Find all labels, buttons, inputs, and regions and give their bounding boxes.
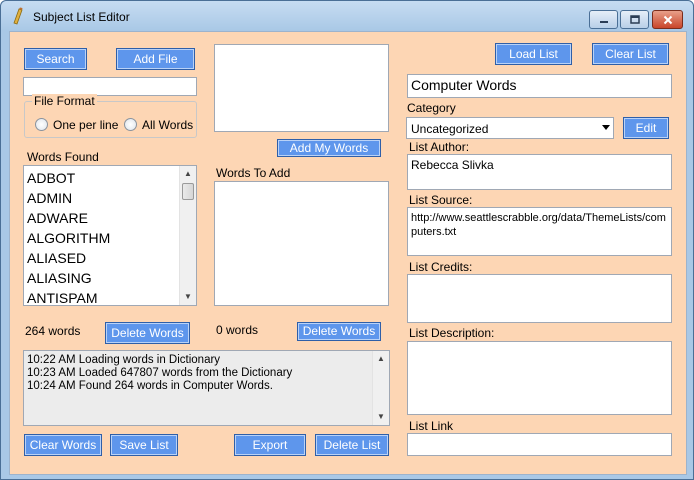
- list-author-label: List Author:: [409, 140, 470, 154]
- category-label: Category: [407, 101, 456, 115]
- list-source-line2: puters.txt: [411, 226, 457, 238]
- log-output[interactable]: 10:22 AM Loading words in Dictionary 10:…: [23, 350, 390, 426]
- list-item[interactable]: ALIASED: [27, 250, 86, 266]
- list-source-line1: http://www.seattlescrabble.org/data/Them…: [411, 212, 666, 224]
- list-item[interactable]: ALGORITHM: [27, 230, 110, 246]
- clear-list-button[interactable]: Clear List: [592, 43, 669, 65]
- words-found-count: 264 words: [25, 324, 81, 338]
- words-to-add-label: Words To Add: [216, 166, 291, 180]
- export-button[interactable]: Export: [234, 434, 306, 456]
- words-found-scrollbar[interactable]: ▲ ▼: [179, 166, 196, 305]
- radio-all-words[interactable]: [124, 118, 137, 131]
- words-to-add-list[interactable]: [214, 181, 389, 306]
- category-dropdown[interactable]: Uncategorized: [406, 117, 614, 139]
- maximize-icon: [629, 15, 640, 24]
- list-credits-label: List Credits:: [409, 260, 473, 274]
- log-scrollbar[interactable]: ▲ ▼: [372, 351, 389, 425]
- clear-words-button[interactable]: Clear Words: [24, 434, 102, 456]
- window-title: Subject List Editor: [33, 10, 130, 24]
- scroll-up-icon[interactable]: ▲: [373, 351, 389, 367]
- list-item[interactable]: ADWARE: [27, 210, 88, 226]
- list-name-input[interactable]: Computer Words: [407, 74, 672, 98]
- chevron-down-icon[interactable]: [602, 125, 610, 130]
- words-found-label: Words Found: [27, 150, 99, 164]
- app-window: Subject List Editor Search Add File File…: [0, 0, 694, 480]
- list-description-input[interactable]: [407, 341, 672, 415]
- list-link-input[interactable]: [407, 433, 672, 456]
- client-area: Search Add File File Format One per line…: [9, 31, 687, 475]
- words-to-add-count: 0 words: [216, 323, 259, 337]
- list-item[interactable]: ADBOT: [27, 170, 75, 186]
- edit-category-button[interactable]: Edit: [623, 117, 669, 139]
- list-link-label: List Link: [409, 419, 454, 433]
- words-found-list[interactable]: ADBOT ADMIN ADWARE ALGORITHM ALIASED ALI…: [23, 165, 197, 306]
- list-author-input[interactable]: Rebecca Slivka: [407, 154, 672, 190]
- list-item[interactable]: ANTISPAM: [27, 290, 98, 305]
- list-credits-input[interactable]: [407, 274, 672, 323]
- app-icon: [13, 7, 23, 25]
- list-description-label: List Description:: [409, 326, 495, 340]
- list-source-label: List Source:: [409, 193, 473, 207]
- delete-found-words-button[interactable]: Delete Words: [105, 322, 190, 344]
- close-icon: [663, 15, 672, 24]
- list-name-value: Computer Words: [411, 77, 517, 93]
- log-line: 10:23 AM Loaded 647807 words from the Di…: [27, 367, 293, 379]
- delete-words-to-add-button[interactable]: Delete Words: [297, 322, 381, 341]
- add-my-words-button[interactable]: Add My Words: [277, 139, 381, 157]
- radio-one-per-line[interactable]: [35, 118, 48, 131]
- list-author-value: Rebecca Slivka: [411, 158, 494, 172]
- my-words-input[interactable]: [214, 44, 389, 132]
- minimize-button[interactable]: [589, 10, 618, 29]
- scroll-thumb[interactable]: [182, 183, 194, 200]
- file-format-group: File Format One per line All Words: [24, 94, 197, 138]
- save-list-button[interactable]: Save List: [110, 434, 178, 456]
- scroll-up-icon[interactable]: ▲: [180, 166, 196, 182]
- list-item[interactable]: ALIASING: [27, 270, 92, 286]
- radio-one-per-line-label[interactable]: One per line: [53, 118, 118, 132]
- scroll-down-icon[interactable]: ▼: [180, 289, 196, 305]
- add-file-button[interactable]: Add File: [116, 48, 195, 70]
- close-button[interactable]: [652, 10, 683, 29]
- maximize-button[interactable]: [620, 10, 649, 29]
- log-line: 10:24 AM Found 264 words in Computer Wor…: [27, 380, 273, 392]
- radio-all-words-label[interactable]: All Words: [142, 118, 193, 132]
- log-line: 10:22 AM Loading words in Dictionary: [27, 354, 221, 366]
- minimize-icon: [599, 20, 608, 23]
- scroll-down-icon[interactable]: ▼: [373, 409, 389, 425]
- file-format-title: File Format: [32, 94, 97, 108]
- list-source-input[interactable]: http://www.seattlescrabble.org/data/Them…: [407, 207, 672, 256]
- load-list-button[interactable]: Load List: [495, 43, 572, 65]
- category-value: Uncategorized: [411, 122, 489, 136]
- delete-list-button[interactable]: Delete List: [315, 434, 389, 456]
- list-item[interactable]: ADMIN: [27, 190, 72, 206]
- title-bar[interactable]: Subject List Editor: [1, 1, 693, 31]
- search-button[interactable]: Search: [24, 48, 87, 70]
